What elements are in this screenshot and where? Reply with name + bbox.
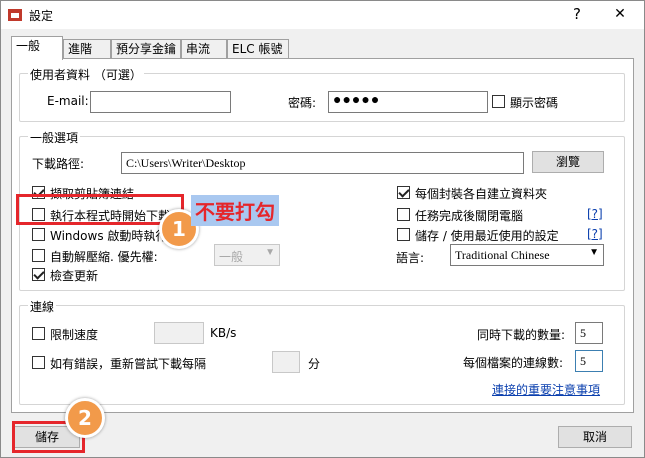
remember-settings-label: 儲存 / 使用最近使用的設定 bbox=[415, 229, 559, 243]
title-bar: 設定 ? ✕ bbox=[1, 1, 644, 29]
general-options-legend: 一般選項 bbox=[28, 129, 81, 146]
limit-speed-label: 限制速度 bbox=[50, 328, 99, 342]
tab-streaming[interactable]: 串流 bbox=[181, 39, 227, 59]
tab-preshared-key[interactable]: 預分享金鑰 bbox=[111, 39, 181, 59]
speed-unit-label: KB/s bbox=[210, 326, 237, 340]
settings-window: 設定 ? ✕ 一般 進階 預分享金鑰 串流 ELC 帳號 使用者資料 （可選） … bbox=[0, 0, 645, 458]
folder-per-package-label: 每個封裝各自建立資料夾 bbox=[415, 187, 548, 201]
language-select[interactable]: Traditional Chinese ▼ bbox=[450, 244, 604, 266]
cancel-button[interactable]: 取消 bbox=[558, 426, 632, 448]
general-tab-panel: 使用者資料 （可選） E-mail: 密碼: ●●●●● 顯示密碼 一般選項 下… bbox=[11, 58, 634, 413]
email-field[interactable] bbox=[90, 91, 231, 113]
retry-on-error-checkbox[interactable] bbox=[32, 356, 45, 369]
tab-advanced[interactable]: 進階 bbox=[63, 39, 111, 59]
email-label: E-mail: bbox=[47, 94, 89, 108]
shutdown-after-tasks-label: 任務完成後關閉電腦 bbox=[415, 209, 524, 223]
check-updates-checkbox[interactable] bbox=[32, 268, 45, 281]
help-button[interactable]: ? bbox=[567, 4, 587, 24]
download-path-field[interactable]: C:\Users\Writer\Desktop bbox=[121, 152, 524, 174]
connection-group: 連線 限制速度 KB/s 如有錯誤，重新嘗試下載每隔 分 同時下載的數量: 5 … bbox=[19, 298, 625, 405]
close-button[interactable]: ✕ bbox=[607, 4, 633, 24]
user-info-group: 使用者資料 （可選） E-mail: 密碼: ●●●●● 顯示密碼 bbox=[19, 66, 625, 122]
limit-speed-checkbox[interactable] bbox=[32, 327, 45, 340]
simultaneous-downloads-label: 同時下載的數量: bbox=[477, 328, 566, 342]
tab-elc-account[interactable]: ELC 帳號 bbox=[227, 39, 289, 59]
connection-notes-link[interactable]: 連接的重要注意事項 bbox=[492, 381, 600, 398]
retry-interval-field[interactable] bbox=[272, 351, 300, 373]
remember-settings-checkbox[interactable] bbox=[397, 228, 410, 241]
auto-extract-checkbox[interactable] bbox=[32, 249, 45, 262]
shutdown-after-tasks-checkbox[interactable] bbox=[397, 208, 410, 221]
run-on-windows-start-checkbox[interactable] bbox=[32, 228, 45, 241]
user-info-legend: 使用者資料 （可選） bbox=[28, 66, 144, 83]
password-field[interactable]: ●●●●● bbox=[328, 91, 488, 113]
download-path-label: 下載路徑: bbox=[32, 157, 85, 171]
simultaneous-downloads-field[interactable]: 5 bbox=[575, 322, 603, 344]
connections-per-file-field[interactable]: 5 bbox=[575, 350, 603, 372]
check-updates-label: 檢查更新 bbox=[50, 269, 99, 283]
chevron-down-icon: ▼ bbox=[265, 247, 275, 258]
connections-per-file-label: 每個檔案的連線數: bbox=[463, 356, 564, 370]
run-on-windows-start-label: Windows 啟動時執行 bbox=[50, 229, 168, 243]
window-title: 設定 bbox=[29, 9, 54, 23]
annotation-note: 不要打勾 bbox=[191, 195, 279, 226]
priority-select[interactable]: 一般 ▼ bbox=[214, 244, 280, 266]
folder-per-package-checkbox[interactable] bbox=[397, 186, 410, 199]
speed-limit-field[interactable] bbox=[154, 322, 204, 344]
highlight-box-start-download bbox=[16, 194, 184, 225]
chevron-down-icon: ▼ bbox=[589, 247, 599, 258]
app-icon bbox=[8, 9, 22, 21]
shutdown-help-link[interactable]: [?] bbox=[587, 207, 603, 221]
tab-general[interactable]: 一般 bbox=[11, 36, 63, 60]
auto-extract-label: 自動解壓縮. 優先權: bbox=[50, 250, 158, 264]
priority-value: 一般 bbox=[219, 250, 244, 264]
remember-settings-help-link[interactable]: [?] bbox=[587, 227, 603, 241]
language-value: Traditional Chinese bbox=[455, 248, 550, 262]
step-marker-2: 2 bbox=[65, 398, 105, 438]
language-label: 語言: bbox=[396, 251, 425, 265]
show-password-checkbox[interactable] bbox=[492, 95, 505, 108]
retry-on-error-label: 如有錯誤，重新嘗試下載每隔 bbox=[50, 357, 207, 371]
connection-legend: 連線 bbox=[28, 298, 57, 315]
retry-unit-label: 分 bbox=[308, 357, 321, 371]
show-password-label: 顯示密碼 bbox=[510, 96, 559, 110]
browse-button[interactable]: 瀏覽 bbox=[532, 151, 604, 173]
password-label: 密碼: bbox=[288, 96, 317, 110]
